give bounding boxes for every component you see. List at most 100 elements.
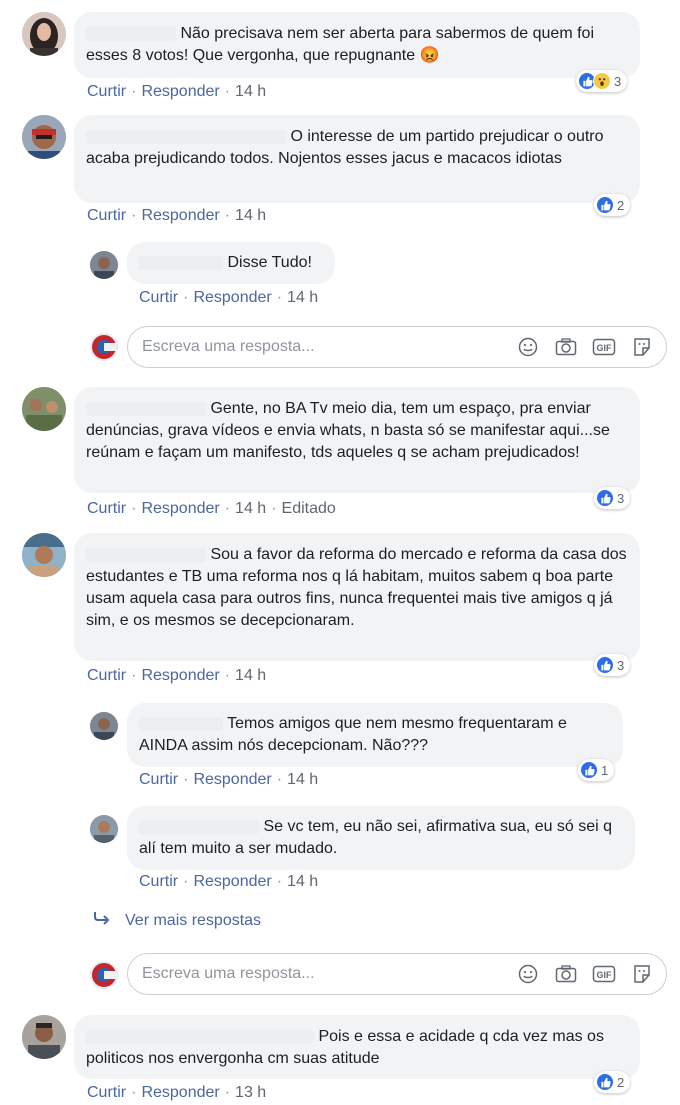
comment-actions: Curtir · Responder · 14 h — [87, 83, 267, 100]
author-name[interactable] — [139, 255, 223, 270]
author-name[interactable] — [139, 819, 259, 834]
like-button[interactable]: Curtir — [139, 771, 178, 788]
reaction-summary[interactable]: 3 — [576, 70, 628, 92]
like-button[interactable]: Curtir — [87, 1084, 126, 1101]
reply-button[interactable]: Responder — [141, 207, 219, 224]
timestamp[interactable]: 14 h — [235, 207, 266, 224]
author-name[interactable] — [139, 716, 223, 731]
comment-bubble: Pois e essa e acidade q cda vez mas os p… — [74, 1015, 640, 1079]
timestamp[interactable]: 14 h — [287, 771, 318, 788]
avatar[interactable] — [90, 712, 118, 740]
sticker-icon[interactable] — [630, 335, 654, 359]
avatar[interactable] — [22, 387, 66, 431]
comment-bubble: Sou a favor da reforma do mercado e refo… — [74, 533, 640, 661]
emoji-icon[interactable] — [516, 962, 540, 986]
avatar[interactable] — [22, 12, 66, 56]
sticker-icon[interactable] — [630, 962, 654, 986]
emoji-icon[interactable] — [516, 335, 540, 359]
svg-text:GIF: GIF — [597, 343, 613, 353]
reply-actions: Curtir · Responder · 14 h — [139, 771, 319, 788]
camera-icon[interactable] — [554, 962, 578, 986]
avatar[interactable] — [90, 815, 118, 843]
reaction-count: 3 — [614, 73, 622, 89]
like-icon — [596, 656, 614, 674]
view-more-replies[interactable]: Ver mais respostas — [93, 911, 261, 930]
comment-bubble: Não precisava nem ser aberta para saberm… — [74, 12, 640, 78]
comment-text: Sou a favor da reforma do mercado e refo… — [86, 546, 627, 629]
reply-actions: Curtir · Responder · 14 h — [139, 873, 319, 890]
view-more-replies-label[interactable]: Ver mais respostas — [125, 912, 261, 930]
timestamp[interactable]: 14 h — [287, 873, 318, 890]
reply-text: Disse Tudo! — [139, 252, 323, 274]
comment-text: Gente, no BA Tv meio dia, tem um espaço,… — [86, 400, 610, 461]
author-name[interactable] — [86, 401, 206, 416]
like-button[interactable]: Curtir — [87, 667, 126, 684]
reply-bubble: Temos amigos que nem mesmo frequentaram … — [127, 703, 623, 767]
reaction-summary[interactable]: 2 — [594, 1071, 631, 1093]
comment-bubble: Gente, no BA Tv meio dia, tem um espaço,… — [74, 387, 640, 493]
like-button[interactable]: Curtir — [139, 289, 178, 306]
reply-input-box[interactable]: GIF — [127, 953, 667, 995]
wow-icon — [593, 72, 611, 90]
svg-text:GIF: GIF — [597, 970, 613, 980]
reaction-summary[interactable]: 2 — [594, 194, 631, 216]
reply-button[interactable]: Responder — [141, 667, 219, 684]
timestamp[interactable]: 14 h — [287, 289, 318, 306]
timestamp[interactable]: 14 h — [235, 83, 266, 100]
author-name[interactable] — [86, 26, 176, 41]
camera-icon[interactable] — [554, 335, 578, 359]
like-button[interactable]: Curtir — [87, 83, 126, 100]
timestamp[interactable]: 13 h — [235, 1084, 266, 1101]
like-button[interactable]: Curtir — [87, 500, 126, 517]
reply-input[interactable] — [142, 965, 516, 983]
comment-actions: Curtir · Responder · 14 h — [87, 207, 267, 224]
reply-button[interactable]: Responder — [193, 771, 271, 788]
like-icon — [596, 196, 614, 214]
reaction-summary[interactable]: 3 — [594, 654, 631, 676]
reaction-count: 3 — [617, 490, 625, 506]
reaction-count: 3 — [617, 657, 625, 673]
reply-button[interactable]: Responder — [141, 1084, 219, 1101]
reply-button[interactable]: Responder — [141, 500, 219, 517]
comment-actions: Curtir · Responder · 14 h — [87, 667, 267, 684]
reaction-count: 1 — [601, 762, 609, 778]
like-icon — [596, 1073, 614, 1091]
author-name[interactable] — [86, 129, 286, 144]
author-name[interactable] — [86, 547, 206, 562]
current-user-avatar — [90, 961, 118, 989]
avatar[interactable] — [22, 533, 66, 577]
avatar[interactable] — [22, 1015, 66, 1059]
reply-button[interactable]: Responder — [193, 873, 271, 890]
like-icon — [580, 761, 598, 779]
comment-text: Não precisava nem ser aberta para saberm… — [86, 25, 594, 64]
current-user-avatar — [90, 333, 118, 361]
edited-label[interactable]: Editado — [282, 500, 336, 517]
reply-bubble: Disse Tudo! — [127, 242, 335, 284]
reply-input[interactable] — [142, 338, 516, 356]
reaction-summary[interactable]: 1 — [578, 759, 615, 781]
comment-actions: Curtir · Responder · 13 h — [87, 1084, 267, 1101]
author-name[interactable] — [86, 1029, 314, 1044]
comment-bubble: O interesse de um partido prejudicar o o… — [74, 115, 640, 203]
reply-text: Se vc tem, eu não sei, afirmativa sua, e… — [139, 818, 613, 857]
reply-arrow-icon — [93, 911, 111, 930]
timestamp[interactable]: 14 h — [235, 667, 266, 684]
reaction-summary[interactable]: 3 — [594, 487, 631, 509]
reply-tools: GIF — [516, 962, 666, 986]
comment-actions: Curtir · Responder · 14 h · Editado — [87, 500, 336, 517]
reaction-count: 2 — [617, 197, 625, 213]
avatar[interactable] — [90, 251, 118, 279]
reply-actions: Curtir · Responder · 14 h — [139, 289, 319, 306]
like-button[interactable]: Curtir — [87, 207, 126, 224]
like-button[interactable]: Curtir — [139, 873, 178, 890]
reply-button[interactable]: Responder — [193, 289, 271, 306]
like-icon — [596, 489, 614, 507]
avatar[interactable] — [22, 115, 66, 159]
reply-button[interactable]: Responder — [141, 83, 219, 100]
reply-input-box[interactable]: GIF — [127, 326, 667, 368]
comment-text: Pois e essa e acidade q cda vez mas os p… — [86, 1028, 604, 1067]
gif-icon[interactable]: GIF — [592, 962, 616, 986]
timestamp[interactable]: 14 h — [235, 500, 266, 517]
gif-icon[interactable]: GIF — [592, 335, 616, 359]
reply-bubble: Se vc tem, eu não sei, afirmativa sua, e… — [127, 806, 635, 870]
